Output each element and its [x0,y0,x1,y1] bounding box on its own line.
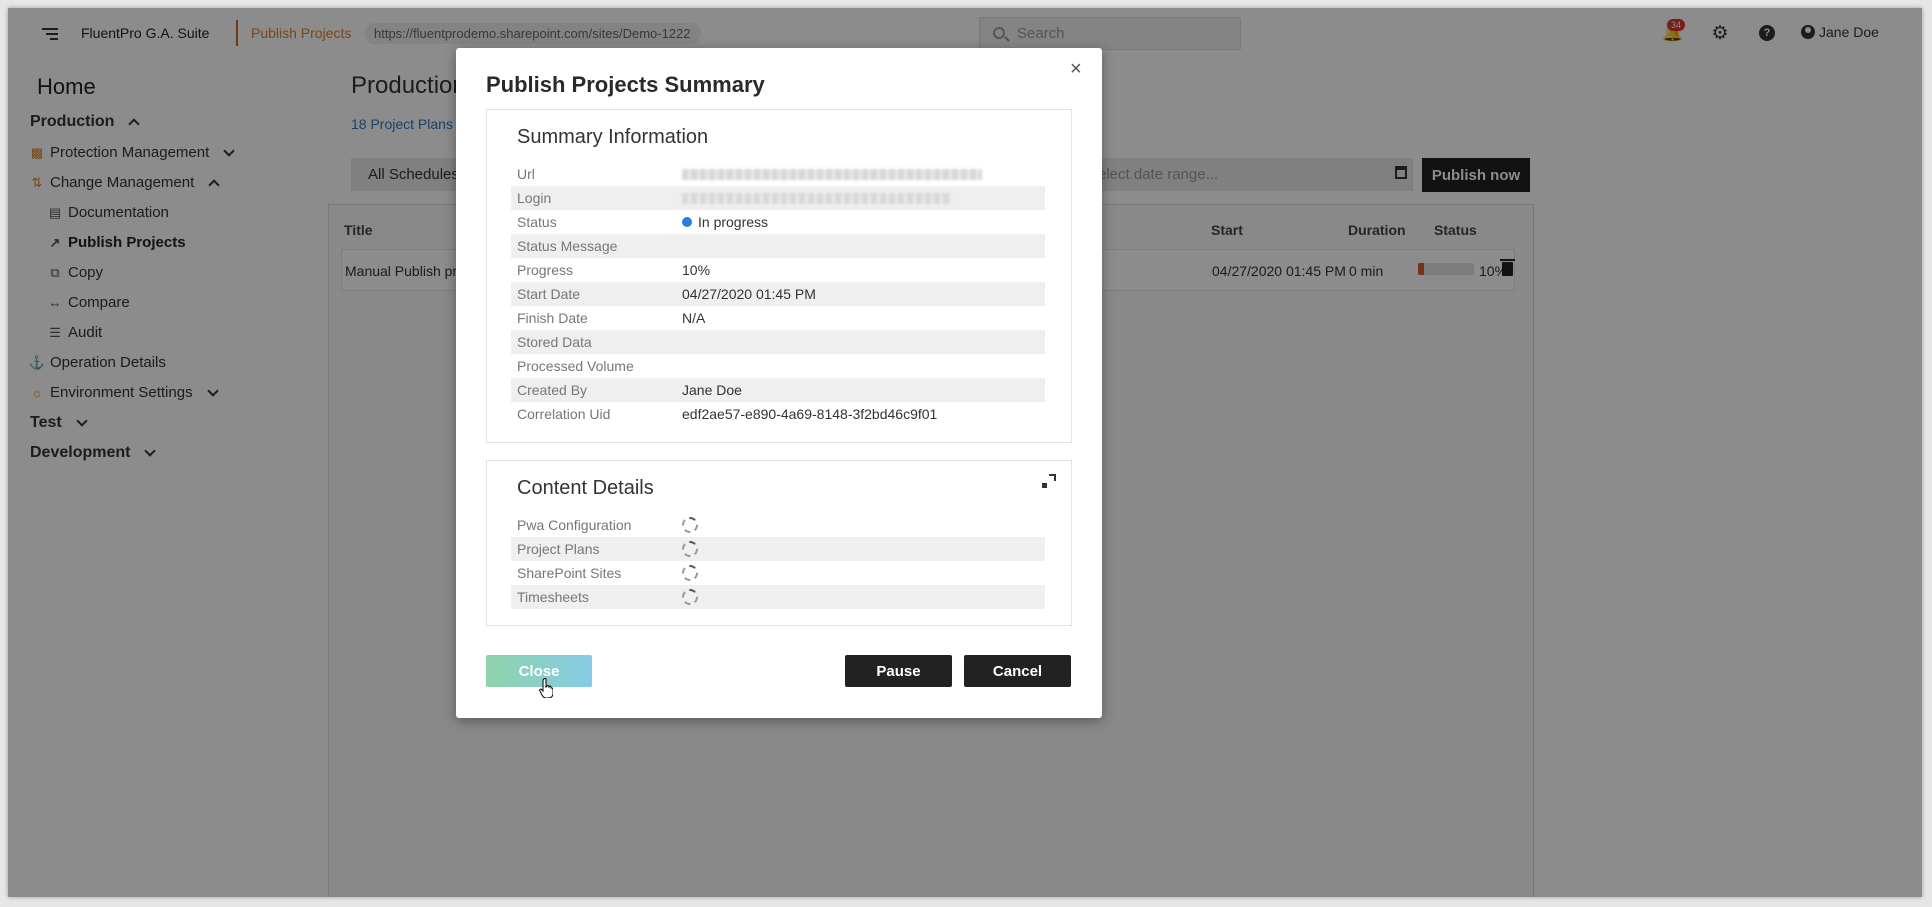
field-label: Stored Data [517,334,592,350]
summary-row-progress: Progress 10% [511,258,1045,282]
field-label: Project Plans [517,541,600,557]
field-label: Correlation Uid [517,406,611,422]
field-label: SharePoint Sites [517,565,622,581]
summary-row-start-date: Start Date 04/27/2020 01:45 PM [511,282,1045,306]
field-label: Start Date [517,286,581,302]
field-value: N/A [682,310,706,326]
spinner-icon [682,589,698,605]
summary-row-stored-data: Stored Data [511,330,1045,354]
field-value: Jane Doe [682,382,742,398]
summary-row-login: Login [511,186,1045,210]
expand-icon[interactable] [1041,473,1057,489]
field-value [682,192,952,204]
content-row-pwa-configuration: Pwa Configuration [511,513,1045,537]
summary-row-processed-volume: Processed Volume [511,354,1045,378]
field-label: Status [517,214,557,230]
content-row-project-plans: Project Plans [511,537,1045,561]
field-label: Progress [517,262,574,278]
summary-row-status-message: Status Message [511,234,1045,258]
field-value [682,168,982,180]
content-panel: Content Details Pwa Configuration Projec… [486,460,1072,626]
summary-title: Summary Information [517,126,709,148]
hand-cursor-icon [539,678,553,698]
publish-summary-modal: Publish Projects Summary × Summary Infor… [456,48,1102,718]
spinner-icon [682,565,698,581]
redacted-value [682,168,982,180]
content-row-sharepoint-sites: SharePoint Sites [511,561,1045,585]
status-text: In progress [698,214,769,230]
spinner-icon [682,517,698,533]
field-value [682,517,698,533]
pause-button[interactable]: Pause [845,655,952,687]
summary-panel: Summary Information Url Login Status In … [486,109,1072,443]
field-label: Login [517,190,552,206]
field-label: Url [517,166,535,182]
field-value [682,541,698,557]
field-label: Pwa Configuration [517,517,632,533]
redacted-value [682,192,952,204]
field-value: In progress [682,214,768,230]
close-icon[interactable]: × [1070,59,1082,79]
field-value [682,589,698,605]
spinner-icon [682,541,698,557]
field-value: 10% [682,262,711,278]
content-title: Content Details [517,477,654,499]
field-value [682,565,698,581]
summary-row-finish-date: Finish Date N/A [511,306,1045,330]
app-window: FluentPro G.A. Suite Publish Projects ht… [8,8,1922,897]
field-value: edf2ae57-e890-4a69-8148-3f2bd46c9f01 [682,406,938,422]
field-label: Created By [517,382,588,398]
field-label: Processed Volume [517,358,634,374]
summary-row-status: Status In progress [511,210,1045,234]
field-label: Finish Date [517,310,588,326]
field-value: 04/27/2020 01:45 PM [682,286,816,302]
field-label: Status Message [517,238,618,254]
field-label: Timesheets [517,589,589,605]
content-row-timesheets: Timesheets [511,585,1045,609]
modal-title: Publish Projects Summary [486,72,765,97]
summary-row-correlation-uid: Correlation Uid edf2ae57-e890-4a69-8148-… [511,402,1045,426]
summary-row-created-by: Created By Jane Doe [511,378,1045,402]
summary-row-url: Url [511,162,1045,186]
cancel-button[interactable]: Cancel [964,655,1071,687]
status-dot-icon [682,217,692,227]
